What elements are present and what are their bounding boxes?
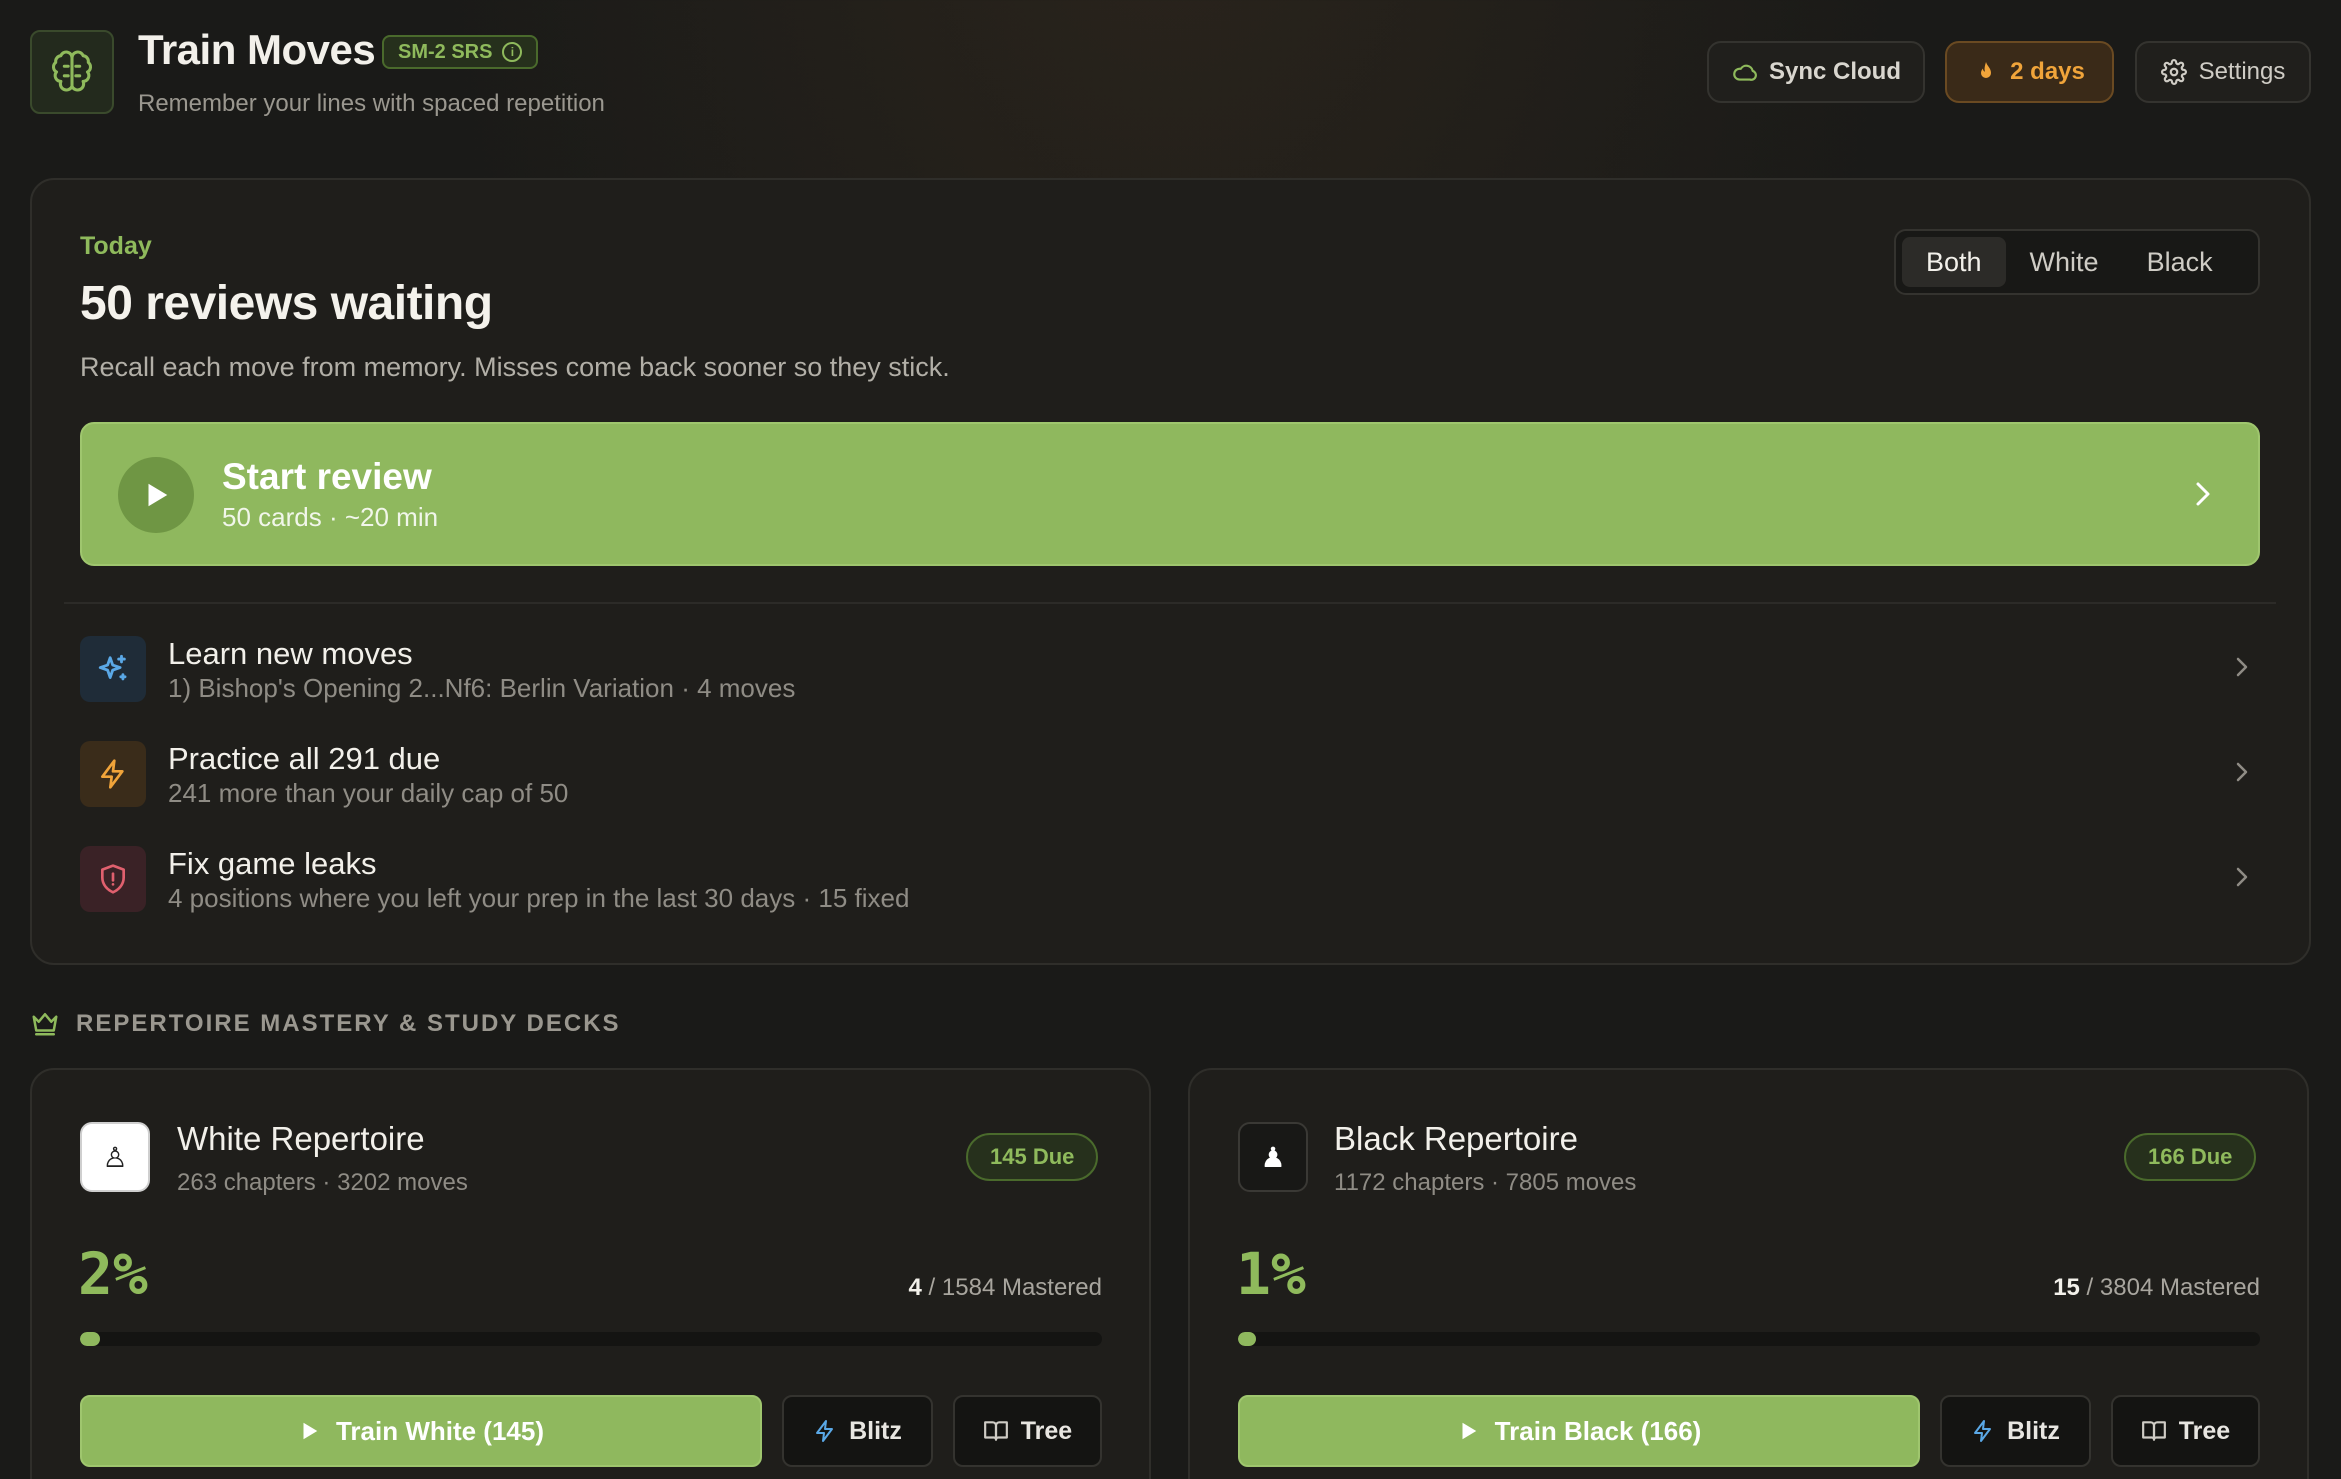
chevron-right-icon: [2196, 482, 2210, 506]
start-review-title: Start review: [222, 456, 432, 497]
reviews-waiting-title: 50 reviews waiting: [80, 277, 493, 330]
black-mastered-total: / 3804 Mastered: [2079, 1274, 2260, 1301]
practice-all-due-subtitle: 241 more than your daily cap of 50: [168, 778, 569, 808]
today-description: Recall each move from memory. Misses com…: [80, 352, 950, 382]
white-mastered-count: 4 / 1584 Mastered: [909, 1274, 1102, 1302]
fix-game-leaks-title: Fix game leaks: [168, 846, 377, 881]
black-deck-subtitle: 1172 chapters · 7805 moves: [1334, 1169, 1637, 1196]
srs-badge-label: SM-2 SRS: [398, 40, 493, 63]
gear-icon: [2160, 59, 2187, 85]
sync-cloud-label: Sync Cloud: [1768, 58, 1901, 85]
chevron-right-icon: [2236, 867, 2248, 887]
train-black-label: Train Black (166): [1494, 1415, 1702, 1446]
black-blitz-label: Blitz: [2007, 1416, 2060, 1445]
brain-icon: [51, 50, 93, 92]
play-icon: [303, 1422, 318, 1440]
sparkle-icon: [80, 636, 146, 702]
fix-game-leaks-subtitle: 4 positions where you left your prep in …: [168, 883, 910, 913]
learn-new-moves-title: Learn new moves: [168, 636, 413, 671]
white-due-badge: 145 Due: [966, 1133, 1099, 1181]
divider: [64, 602, 2276, 604]
black-progress-bar: [1238, 1332, 2260, 1346]
black-progress-fill: [1238, 1332, 1257, 1346]
fix-game-leaks-row[interactable]: [64, 834, 2276, 930]
start-review-subtitle: 50 cards · ~20 min: [222, 502, 439, 532]
black-mastered-count: 15 / 3804 Mastered: [2053, 1274, 2260, 1302]
black-mastered-number: 15: [2053, 1274, 2080, 1301]
sync-cloud-button[interactable]: Sync Cloud: [1707, 41, 1925, 103]
app-subtitle: Remember your lines with spaced repetiti…: [138, 90, 605, 117]
flame-icon: [1981, 62, 1992, 78]
white-deck-title: White Repertoire: [177, 1120, 425, 1157]
app-logo: [30, 30, 114, 114]
section-title: REPERTOIRE MASTERY & STUDY DECKS: [76, 1010, 621, 1037]
learn-new-moves-subtitle: 1) Bishop's Opening 2...Nf6: Berlin Vari…: [168, 673, 796, 703]
cloud-icon: [1733, 64, 1757, 81]
white-mastered-number: 4: [908, 1274, 922, 1301]
white-mastered-total: / 1584 Mastered: [921, 1274, 1102, 1301]
black-due-badge: 166 Due: [2124, 1133, 2257, 1181]
book-icon: [2141, 1421, 2166, 1441]
white-blitz-label: Blitz: [849, 1416, 902, 1445]
white-progress-fill: [80, 1332, 101, 1346]
filter-white[interactable]: White: [2006, 237, 2123, 287]
play-icon: [1462, 1422, 1476, 1440]
info-icon: i: [502, 42, 523, 62]
chevron-right-icon: [2236, 762, 2248, 782]
black-mastery-percent: 1%: [1236, 1240, 1306, 1308]
filter-both[interactable]: Both: [1902, 237, 2006, 287]
settings-label: Settings: [2198, 58, 2286, 85]
white-tree-label: Tree: [1020, 1416, 1073, 1445]
lightning-icon: [816, 1420, 834, 1442]
streak-button[interactable]: 2 days: [1945, 41, 2114, 103]
white-progress-bar: [80, 1332, 1102, 1346]
practice-all-due-title: Practice all 291 due: [168, 741, 441, 776]
white-deck-subtitle: 263 chapters · 3202 moves: [177, 1169, 468, 1196]
lightning-icon: [80, 741, 146, 807]
app-title: Train Moves: [138, 26, 376, 73]
crown-icon: [32, 1013, 58, 1036]
streak-label: 2 days: [2010, 58, 2085, 85]
black-blitz-button[interactable]: Blitz: [1940, 1395, 2091, 1467]
shield-alert-icon: [80, 846, 146, 912]
white-tree-button[interactable]: Tree: [953, 1395, 1102, 1467]
black-tree-button[interactable]: Tree: [2111, 1395, 2260, 1467]
black-tree-label: Tree: [2178, 1416, 2231, 1445]
white-pawn-icon: ♙: [80, 1122, 150, 1192]
train-white-button[interactable]: Train White (145): [80, 1395, 762, 1467]
today-label: Today: [80, 232, 152, 260]
filter-black[interactable]: Black: [2123, 237, 2237, 287]
play-icon: [118, 457, 194, 533]
srs-badge[interactable]: SM-2 SRS i: [382, 35, 539, 69]
color-filter: Both White Black: [1894, 229, 2260, 295]
white-mastery-percent: 2%: [78, 1240, 148, 1308]
black-pawn-icon: ♟: [1238, 1122, 1308, 1192]
chevron-right-icon: [2236, 657, 2248, 677]
train-black-button[interactable]: Train Black (166): [1238, 1395, 1920, 1467]
black-deck-title: Black Repertoire: [1334, 1120, 1578, 1157]
book-icon: [983, 1421, 1008, 1441]
white-blitz-button[interactable]: Blitz: [782, 1395, 933, 1467]
train-white-label: Train White (145): [335, 1415, 545, 1446]
lightning-icon: [1974, 1420, 1992, 1442]
settings-button[interactable]: Settings: [2135, 41, 2311, 103]
